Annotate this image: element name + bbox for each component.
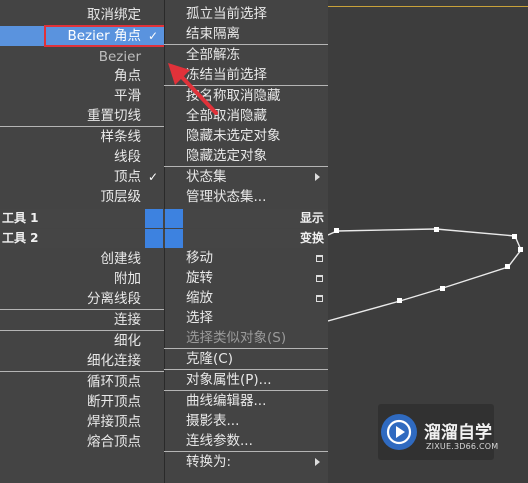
viewport-border-line <box>328 6 528 7</box>
menu-item-select-similar[interactable]: 选择类似对象(S) <box>186 328 286 348</box>
menu-item-corner[interactable]: 角点 <box>0 66 164 86</box>
submenu-arrow-icon <box>315 458 320 466</box>
menu-item-manage-state-sets[interactable]: 管理状态集... <box>186 187 266 207</box>
quad-title-tools1: 工具 1 <box>2 211 39 225</box>
menu-item-rotate[interactable]: 旋转 <box>186 268 213 288</box>
spline-vertex <box>440 286 445 291</box>
menu-item-scale[interactable]: 缩放 <box>186 288 213 308</box>
quad-title-display: 显示 <box>299 211 324 225</box>
menu-item-reset-tangents[interactable]: 重置切线 <box>0 106 164 126</box>
spline-vertex <box>518 247 523 252</box>
submenu-arrow-icon <box>315 173 320 181</box>
spline-vertex <box>334 228 339 233</box>
menu-item-detach-segment[interactable]: 分离线段 <box>0 289 164 309</box>
spline-vertex <box>505 264 510 269</box>
menu-item-isolate-selection[interactable]: 孤立当前选择 <box>186 4 267 24</box>
menu-item-connect[interactable]: 连接 <box>0 310 164 330</box>
menu-item-break-vertices[interactable]: 断开顶点 <box>0 392 164 412</box>
menu-item-move[interactable]: 移动 <box>186 248 213 268</box>
play-icon <box>381 414 417 450</box>
menu-item-fuse-vertices[interactable]: 熔合顶点 <box>0 432 164 452</box>
menu-item-attach[interactable]: 附加 <box>0 269 164 289</box>
menu-item-spline[interactable]: 样条线 <box>0 127 164 147</box>
menu-item-hide-unselected[interactable]: 隐藏未选定对象 <box>186 126 281 146</box>
settings-box-icon[interactable] <box>316 255 323 262</box>
menu-item-dope-sheet[interactable]: 摄影表... <box>186 411 239 431</box>
menu-item-refine-connect[interactable]: 细化连接 <box>0 351 164 371</box>
watermark-subtitle: ZIXUE.3D66.COM <box>426 442 499 451</box>
menu-item-wire-parameters[interactable]: 连线参数... <box>186 431 253 451</box>
menu-item-segment[interactable]: 线段 <box>0 147 164 167</box>
menu-item-create-line[interactable]: 创建线 <box>0 249 164 269</box>
menu-item-refine[interactable]: 细化 <box>0 331 164 351</box>
annotation-highlight-box <box>44 25 166 47</box>
menu-item-unbind[interactable]: 取消绑定 <box>0 5 164 25</box>
menu-item-bezier[interactable]: Bezier <box>0 47 164 67</box>
menu-item-weld-vertices[interactable]: 焊接顶点 <box>0 412 164 432</box>
menu-item-hide-selection[interactable]: 隐藏选定对象 <box>186 146 267 166</box>
spline-vertex <box>512 234 517 239</box>
menu-item-top-level[interactable]: 顶层级 <box>0 187 164 207</box>
quad-title-transform: 变换 <box>299 231 324 245</box>
quad-band-tools1-display[interactable]: 工具 1 显示 <box>0 209 328 228</box>
spline-vertex <box>434 227 439 232</box>
menu-item-state-sets[interactable]: 状态集 <box>186 167 227 187</box>
menu-item-select[interactable]: 选择 <box>186 308 213 328</box>
menu-item-vertex[interactable]: 顶点 ✓ <box>0 167 164 187</box>
viewport-spline[interactable] <box>328 200 528 350</box>
settings-box-icon[interactable] <box>316 295 323 302</box>
quad-color-square <box>145 229 163 248</box>
quad-color-square <box>165 209 183 228</box>
watermark-logo: 溜溜自学 ZIXUE.3D66.COM <box>378 404 498 460</box>
menu-item-convert-to[interactable]: 转换为: <box>186 452 231 472</box>
watermark-title: 溜溜自学 <box>424 423 492 443</box>
menu-item-cycle-vertices[interactable]: 循环顶点 <box>0 372 164 392</box>
spline-vertex <box>397 298 402 303</box>
quad-color-square <box>145 209 163 228</box>
check-icon: ✓ <box>147 170 159 184</box>
menu-item-curve-editor[interactable]: 曲线编辑器... <box>186 391 266 411</box>
menu-item-smooth[interactable]: 平滑 <box>0 86 164 106</box>
menu-item-clone[interactable]: 克隆(C) <box>186 349 233 369</box>
quad-color-square <box>165 229 183 248</box>
settings-box-icon[interactable] <box>316 275 323 282</box>
menu-item-end-isolate[interactable]: 结束隔离 <box>186 24 240 44</box>
menu-item-object-properties[interactable]: 对象属性(P)... <box>186 370 272 390</box>
quad-title-tools2: 工具 2 <box>2 231 39 245</box>
quad-band-tools2-transform[interactable]: 工具 2 变换 <box>0 229 328 248</box>
annotation-arrow <box>168 63 218 115</box>
